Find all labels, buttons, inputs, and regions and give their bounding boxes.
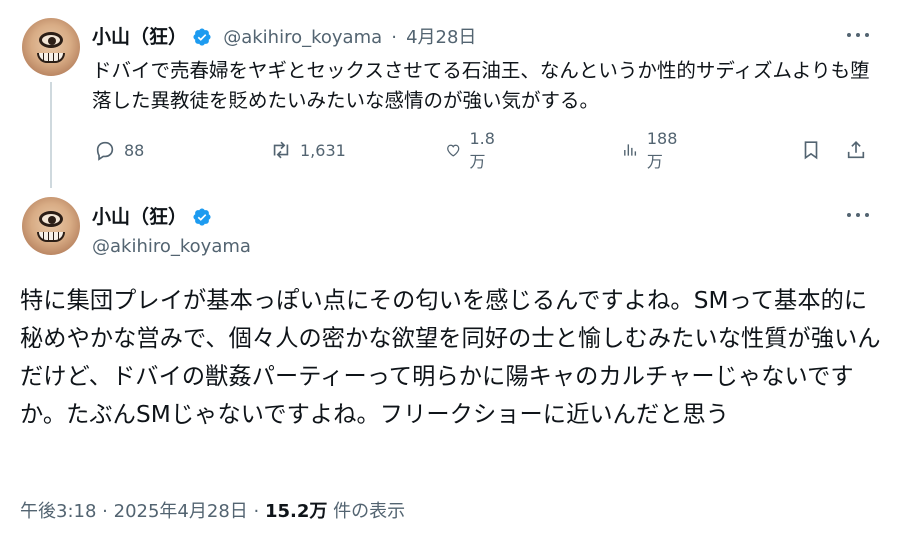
- tweet-date[interactable]: 4月28日: [406, 27, 476, 48]
- views-count: 15.2万: [265, 501, 328, 522]
- views-count: 188万: [646, 128, 678, 171]
- tweet-text: 特に集団プレイが基本っぽい点にその匂いを感じるんですよね。SMって基本的に秘めや…: [20, 287, 881, 428]
- reply-count: 88: [124, 140, 145, 160]
- avatar-eye: [39, 211, 63, 227]
- tweet-2-name-row: 小山（狂）: [92, 202, 212, 229]
- views-button[interactable]: 188万: [622, 129, 683, 171]
- handle[interactable]: @akihiro_koyama: [92, 236, 251, 257]
- retweet-icon: [273, 141, 289, 159]
- avatar[interactable]: [22, 197, 80, 255]
- tweet-time[interactable]: 午後3:18: [20, 501, 96, 522]
- separator: ·: [253, 501, 260, 522]
- retweet-button[interactable]: 1,631: [270, 136, 346, 164]
- more-icon[interactable]: [847, 32, 869, 38]
- avatar-mouth: [37, 53, 65, 63]
- thread-line: [50, 82, 52, 188]
- handle[interactable]: @akihiro_koyama: [223, 27, 382, 48]
- verified-badge-icon: [193, 28, 211, 46]
- avatar-mouth: [37, 232, 65, 242]
- like-count: 1.8万: [469, 128, 495, 171]
- share-button[interactable]: [845, 136, 867, 164]
- tweet-2-handle-row: @akihiro_koyama: [92, 236, 251, 257]
- avatar-eye: [39, 32, 63, 48]
- tweet-text: ドバイで売春婦をヤギとセックスさせてる石油王、なんというか性的サディズムよりも堕…: [92, 59, 870, 112]
- tweet-1-header: 小山（狂） @akihiro_koyama · 4月28日: [92, 22, 476, 49]
- like-icon: [447, 144, 460, 157]
- display-name[interactable]: 小山（狂）: [92, 26, 187, 48]
- separator: ·: [391, 27, 397, 48]
- separator: ·: [102, 501, 108, 522]
- share-icon: [847, 141, 865, 159]
- views-icon: [624, 144, 637, 156]
- tweet-meta: 午後3:18 · 2025年4月28日 · 15.2万 件の表示: [20, 497, 405, 523]
- bookmark-icon: [804, 141, 818, 160]
- reply-icon: [96, 141, 114, 161]
- views-label: 件の表示: [333, 501, 406, 522]
- retweet-count: 1,631: [300, 140, 346, 160]
- display-name[interactable]: 小山（狂）: [92, 206, 187, 228]
- more-icon[interactable]: [847, 212, 869, 218]
- avatar[interactable]: [22, 18, 80, 76]
- tweet-date[interactable]: 2025年4月28日: [114, 501, 248, 522]
- verified-badge-icon: [193, 208, 211, 226]
- like-button[interactable]: 1.8万: [445, 129, 500, 171]
- reply-button[interactable]: 88: [94, 136, 144, 164]
- bookmark-button[interactable]: [800, 136, 822, 164]
